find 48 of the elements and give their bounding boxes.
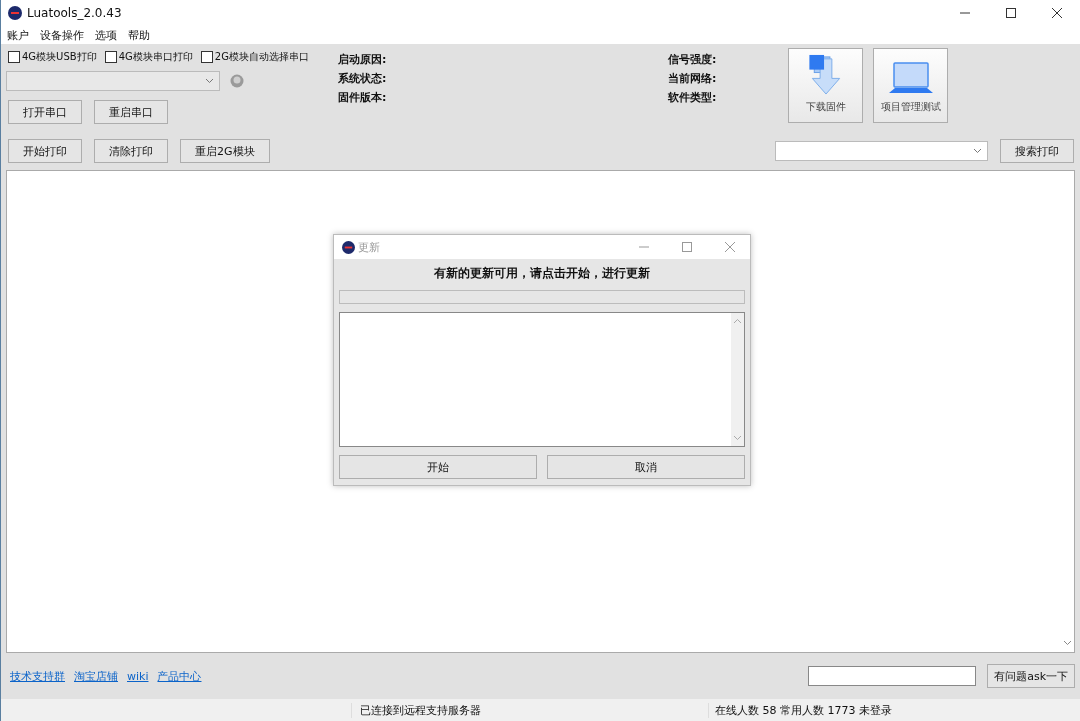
scroll-down-icon[interactable] [1063,640,1072,646]
info-label: 信号强度: [668,52,718,66]
question-input[interactable] [808,666,977,686]
checkbox-label: 4G模块串口打印 [118,50,193,64]
checkbox-label: 2G模块自动选择串口 [214,50,309,64]
status-text: 在线人数 58 常用人数 1773 未登录 [708,702,892,718]
print-button[interactable]: 清除打印 [94,139,168,163]
menu-item[interactable]: 设备操作 [40,27,84,43]
print-button[interactable]: 重启2G模块 [180,139,270,163]
info-label: 固件版本: [338,90,388,104]
menu-item[interactable]: 账户 [7,27,29,43]
status-light-icon [230,74,244,88]
checkbox-label: 4G模块USB打印 [22,50,97,64]
app-logo-icon [8,6,22,20]
serial-port-button[interactable]: 重启串口 [94,100,168,124]
serial-port-button[interactable]: 打开串口 [8,100,82,124]
search-print-button[interactable]: 搜索打印 [1000,139,1074,163]
search-dropdown[interactable] [775,141,988,161]
link[interactable]: 淘宝店铺 [74,668,118,684]
print-button[interactable]: 开始打印 [8,139,82,163]
scroll-up-icon[interactable] [733,318,742,324]
info-label: 系统状态: [338,71,388,85]
info-label: 软件类型: [668,90,718,104]
scrollbar[interactable] [731,313,744,446]
checkbox[interactable] [200,51,213,63]
info-label: 启动原因: [338,52,388,66]
download-firmware-button[interactable]: 下载固件 [788,48,863,123]
dialog-button[interactable]: 取消 [547,455,745,479]
link[interactable]: wiki [127,669,149,683]
app-logo-icon [342,240,355,254]
scroll-down-icon[interactable] [733,435,742,441]
window-title: Luatools_2.0.43 [27,6,122,20]
checkbox[interactable] [104,51,117,63]
dialog-title: 更新 [358,239,380,255]
caret-icon [973,148,982,154]
status-text: 已连接到远程支持服务器 [351,702,708,718]
info-label: 当前网络: [668,71,718,85]
update-message: 有新的更新可用，请点击开始，进行更新 [433,265,651,282]
caret-icon [205,78,214,84]
menu-item[interactable]: 帮助 [128,27,150,43]
port-dropdown[interactable] [6,71,220,91]
dialog-button[interactable]: 开始 [339,455,537,479]
link[interactable]: 产品中心 [157,668,202,684]
project-test-button[interactable]: 项目管理测试 [873,48,948,123]
ask-button[interactable]: 有问题ask一下 [987,664,1075,688]
link[interactable]: 技术支持群 [10,668,65,684]
menu-item[interactable]: 选项 [95,27,117,43]
checkbox[interactable] [8,51,20,63]
